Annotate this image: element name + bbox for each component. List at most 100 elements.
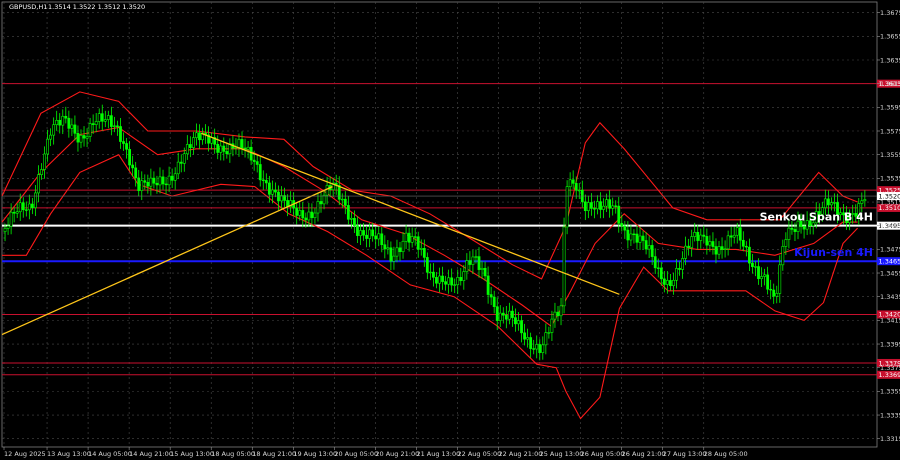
- candle-body: [471, 256, 475, 265]
- current-price-label: 1.3520: [879, 192, 900, 200]
- candle-body: [119, 126, 122, 142]
- candle-body: [161, 176, 165, 185]
- candle-body: [705, 236, 709, 246]
- candle-body: [790, 227, 794, 230]
- candle-body: [368, 229, 372, 239]
- candle-body: [140, 180, 144, 191]
- candle-body: [295, 207, 299, 216]
- candle-body: [757, 266, 760, 279]
- candle-body: [432, 271, 435, 278]
- candle-body: [79, 135, 83, 143]
- candle-body: [632, 233, 636, 236]
- candle-body: [173, 173, 177, 181]
- candle-body: [27, 203, 31, 211]
- candle-body: [416, 236, 420, 250]
- candle-body: [766, 274, 770, 290]
- price-tick-label: 1.3675: [880, 9, 900, 17]
- candle-body: [711, 241, 715, 247]
- candle-body: [672, 279, 675, 287]
- candle-body: [526, 337, 530, 340]
- candle-body: [760, 276, 763, 279]
- candle-body: [58, 119, 62, 126]
- time-tick-label: 22 Aug 05:00: [457, 450, 501, 458]
- price-tick-label: 1.3415: [880, 317, 900, 325]
- candle-body: [498, 312, 502, 321]
- candle-body: [744, 245, 748, 248]
- candle-body: [699, 234, 703, 241]
- candle-body: [714, 246, 718, 255]
- candle-body: [553, 311, 557, 320]
- candle-body: [182, 153, 186, 164]
- candle-body: [605, 199, 609, 207]
- price-tick-label: 1.3615: [880, 80, 900, 88]
- time-tick-label: 27 Aug 13:00: [663, 450, 707, 458]
- candle-body: [538, 344, 542, 353]
- candle-body: [754, 266, 757, 268]
- candle-body: [422, 248, 426, 258]
- candle-body: [270, 189, 274, 195]
- candle-body: [143, 180, 147, 183]
- indicator-bands: [1, 91, 858, 420]
- candle-body: [362, 230, 365, 236]
- candle-body: [629, 233, 633, 241]
- time-tick-label: 18 Aug 05:00: [211, 450, 255, 458]
- candle-body: [583, 201, 587, 211]
- candle-body: [492, 296, 496, 307]
- candle-body: [647, 245, 651, 250]
- price-tick-label: 1.3315: [880, 435, 900, 443]
- candle-body: [49, 134, 53, 140]
- candle-body: [593, 208, 596, 210]
- candle-body: [146, 182, 150, 187]
- candle-body: [772, 289, 776, 297]
- candle-body: [164, 183, 168, 186]
- candle-body: [125, 143, 128, 150]
- candle-body: [611, 205, 615, 209]
- candle-body: [255, 161, 259, 165]
- candle-body: [453, 284, 457, 286]
- candle-body: [702, 234, 706, 237]
- candle-body: [261, 179, 265, 181]
- candle-body: [40, 169, 43, 175]
- candle-body: [319, 201, 323, 205]
- candle-body: [602, 205, 605, 210]
- candle-body: [793, 229, 797, 232]
- candle-body: [24, 209, 28, 211]
- candle-body: [94, 121, 98, 125]
- candle-body: [392, 255, 396, 262]
- candle-body: [574, 183, 578, 191]
- candle-body: [9, 211, 13, 227]
- candle-body: [726, 235, 730, 250]
- candle-body: [778, 264, 782, 294]
- candle-body: [577, 189, 581, 192]
- candle-body: [599, 201, 602, 210]
- candle-body: [641, 235, 645, 241]
- candle-body: [128, 149, 132, 166]
- candle-body: [76, 133, 80, 143]
- candle-body: [61, 115, 65, 126]
- price-tick-label: 1.3355: [880, 388, 900, 396]
- candle-body: [678, 268, 681, 270]
- candle-body: [274, 189, 277, 193]
- candle-body: [134, 167, 138, 179]
- candle-body: [544, 332, 548, 346]
- candle-body: [170, 175, 174, 181]
- candle-body: [781, 246, 785, 266]
- candle-body: [617, 205, 621, 224]
- price-tick-label: 1.3555: [880, 151, 900, 159]
- candle-body: [495, 306, 499, 321]
- candle-body: [179, 161, 183, 164]
- time-tick-label: 28 Aug 05:00: [704, 450, 748, 458]
- band-lower: [2, 154, 858, 420]
- candle-body: [504, 314, 508, 320]
- candle-body: [267, 182, 271, 195]
- candle-body: [15, 211, 19, 214]
- ichimoku-price-label: 1.3465: [879, 257, 900, 265]
- ichimoku-name-label: Senkou Span B 4H: [760, 211, 873, 224]
- candle-body: [717, 246, 721, 255]
- candle-body: [195, 132, 198, 138]
- candle-body: [237, 139, 241, 148]
- candle-body: [67, 117, 71, 129]
- candle-body: [708, 241, 712, 246]
- candle-body: [377, 233, 381, 240]
- candle-body: [687, 245, 691, 248]
